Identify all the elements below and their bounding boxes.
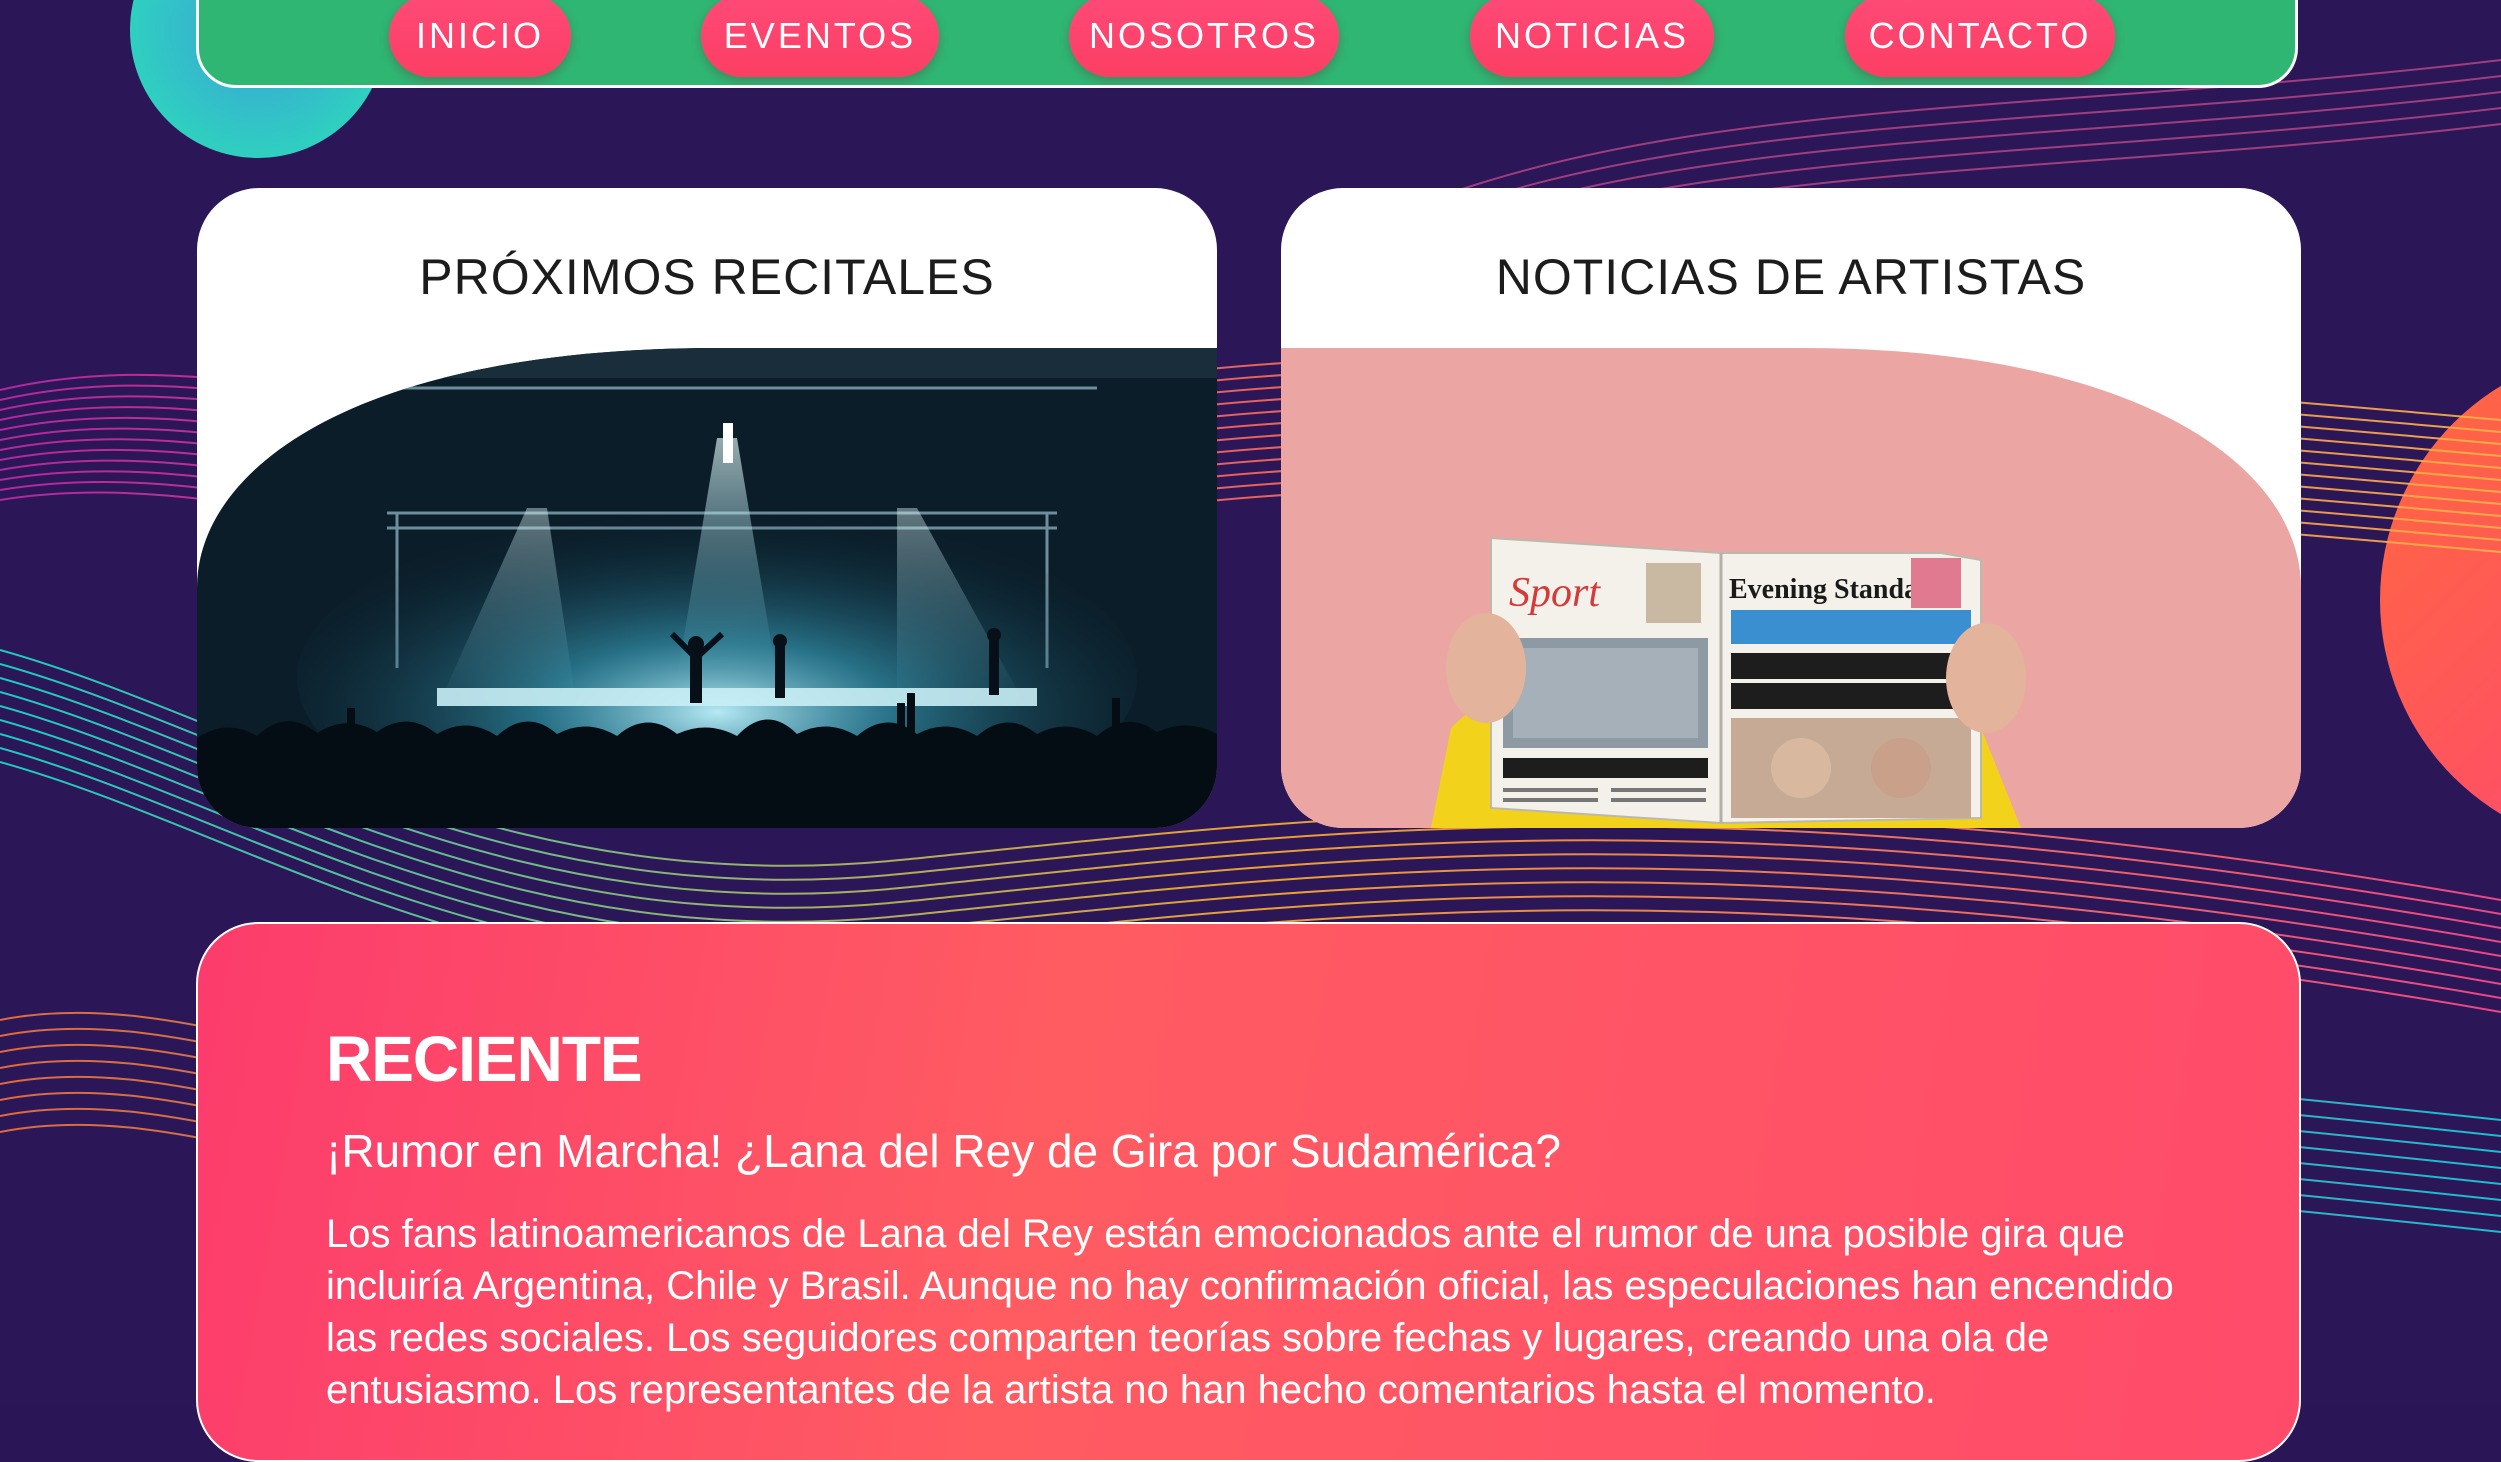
newspaper-sport-text: Sport <box>1509 570 1601 616</box>
card-title: PRÓXIMOS RECITALES <box>419 249 995 305</box>
nav-inicio-button[interactable]: INICIO <box>389 0 571 77</box>
concert-photo <box>197 348 1217 828</box>
card-proximos-recitales[interactable]: PRÓXIMOS RECITALES <box>197 188 1217 828</box>
nav-contacto-button[interactable]: CONTACTO <box>1845 0 2115 77</box>
recent-news-panel: RECIENTE ¡Rumor en Marcha! ¿Lana del Rey… <box>196 922 2301 1462</box>
news-headline: ¡Rumor en Marcha! ¿Lana del Rey de Gira … <box>326 1125 1561 1177</box>
news-body: Los fans latinoamericanos de Lana del Re… <box>326 1212 2174 1412</box>
nav-noticias-button[interactable]: NOTICIAS <box>1470 0 1714 77</box>
card-noticias-artistas[interactable]: NOTICIAS DE ARTISTAS Sport Evening Stand <box>1281 188 2301 828</box>
card-title: NOTICIAS DE ARTISTAS <box>1495 249 2087 305</box>
nav-eventos-button[interactable]: EVENTOS <box>701 0 939 77</box>
nav-nosotros-button[interactable]: NOSOTROS <box>1069 0 1339 77</box>
main-nav-bar: INICIO EVENTOS NOSOTROS NOTICIAS CONTACT… <box>196 0 2298 88</box>
newspaper-photo: Sport Evening Standard <box>1281 348 2301 828</box>
recent-heading: RECIENTE <box>326 1023 643 1095</box>
